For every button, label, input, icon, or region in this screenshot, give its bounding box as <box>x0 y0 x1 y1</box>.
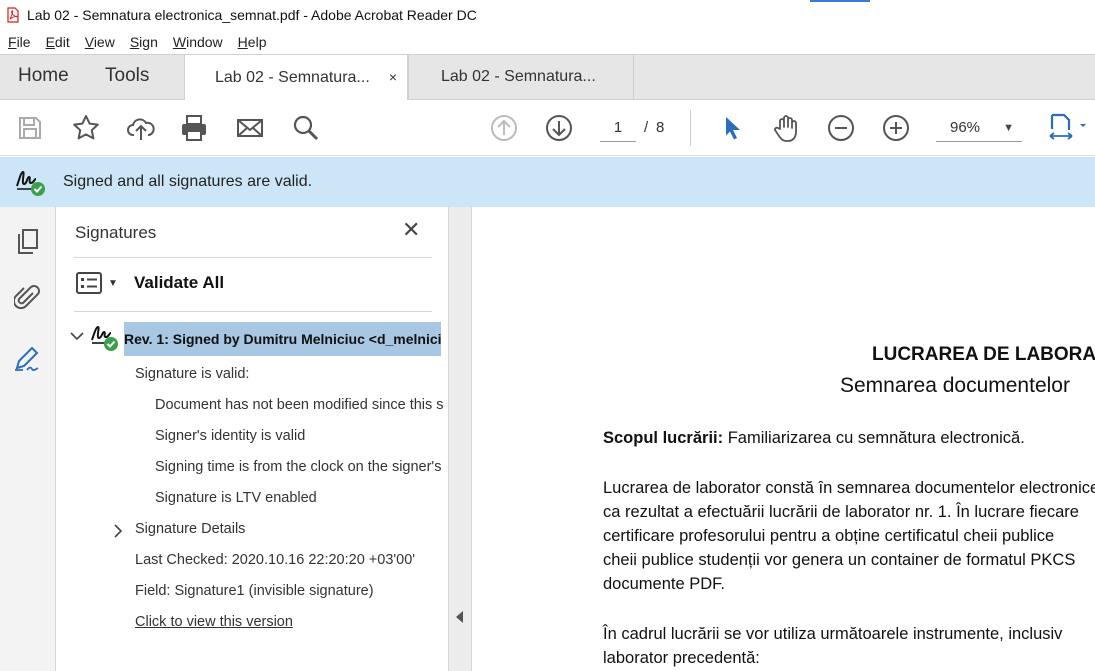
previous-page-icon[interactable] <box>488 112 520 144</box>
panel-divider <box>74 257 432 258</box>
view-version-link[interactable]: Click to view this version <box>135 614 435 630</box>
paragraph-line: laborator precedentă: <box>603 649 760 667</box>
zoom-level-value: 96% <box>950 119 981 136</box>
collapse-panel-arrow-icon[interactable] <box>456 611 463 623</box>
not-modified-status: Document has not been modified since thi… <box>155 397 443 413</box>
tab-document-other[interactable]: Lab 02 - Semnatura... <box>408 54 634 100</box>
paragraph-line: În cadrul lucrării se vor utiliza următo… <box>603 625 1063 643</box>
ltv-status: Signature is LTV enabled <box>155 490 317 506</box>
menu-window[interactable]: Window <box>173 34 223 50</box>
page-number-input[interactable]: 1 <box>600 116 636 142</box>
panel-splitter[interactable] <box>448 207 472 671</box>
select-cursor-icon[interactable] <box>716 112 748 144</box>
left-navigation-rail <box>0 207 56 671</box>
signatures-panel-title: Signatures <box>75 223 157 242</box>
tab-home[interactable]: Home <box>18 65 69 87</box>
page-total: 8 <box>656 119 665 136</box>
signing-time-status: Signing time is from the clock on the si… <box>155 459 443 475</box>
paragraph-line: Lucrarea de laborator constă în semnarea… <box>603 479 1095 497</box>
menu-bar: File Edit View Sign Window Help <box>0 30 1095 54</box>
document-view[interactable]: LUCRAREA DE LABORATOR Semnarea documente… <box>472 207 1095 671</box>
title-bar: Lab 02 - Semnatura electronica_semnat.pd… <box>0 0 1095 30</box>
document-paragraph: Lucrarea de laborator constă în semnarea… <box>603 476 1095 596</box>
page-thumbnails-icon[interactable] <box>12 227 42 257</box>
save-icon[interactable] <box>14 112 46 144</box>
zoom-in-icon[interactable] <box>880 112 912 144</box>
menu-file[interactable]: File <box>8 34 31 50</box>
signature-field-label: Field: Signature1 (invisible signature) <box>135 583 374 599</box>
signature-revision-item[interactable]: Rev. 1: Signed by Dumitru Melniciuc <d_m… <box>124 322 441 356</box>
toolbar-divider <box>690 110 691 146</box>
tab-document-active[interactable]: Lab 02 - Semnatura... × <box>184 54 408 101</box>
paragraph-line: cheii publice studenții vor genera un co… <box>603 551 1076 569</box>
signature-pen-icon[interactable] <box>12 343 42 373</box>
zoom-level-dropdown[interactable]: 96% ▼ <box>936 116 1022 142</box>
collapse-chevron-icon[interactable] <box>70 331 84 341</box>
menu-view[interactable]: View <box>85 34 115 50</box>
page-fit-icon[interactable] <box>1044 112 1092 144</box>
chevron-down-icon[interactable]: ▼ <box>108 278 118 289</box>
search-icon[interactable] <box>290 112 322 144</box>
chevron-down-icon: ▼ <box>1003 122 1014 134</box>
bookmark-star-icon[interactable] <box>70 112 102 144</box>
expand-chevron-icon[interactable] <box>113 524 123 538</box>
tab-tools[interactable]: Tools <box>105 65 149 87</box>
document-paragraph: În cadrul lucrării se vor utiliza următo… <box>603 622 1062 670</box>
tab-document-active-label: Lab 02 - Semnatura... <box>215 69 370 86</box>
email-icon[interactable] <box>234 112 266 144</box>
page-separator: / <box>644 119 649 136</box>
signature-valid-label: Signature is valid: <box>135 366 250 382</box>
signature-valid-icon <box>91 325 118 351</box>
window-title: Lab 02 - Semnatura electronica_semnat.pd… <box>27 7 477 23</box>
paragraph-line: certificare profesorului pentru a obține… <box>603 527 1055 545</box>
scope-label: Scopul lucrării: <box>603 429 724 447</box>
cloud-upload-icon[interactable] <box>125 112 157 144</box>
signature-options-menu-icon[interactable] <box>76 272 102 294</box>
panel-divider <box>74 311 432 312</box>
scope-text: Familiarizarea cu semnătura electronică. <box>723 429 1025 447</box>
menu-help[interactable]: Help <box>238 34 267 50</box>
paragraph-line: documente PDF. <box>603 575 725 593</box>
title-accent-line <box>810 0 870 2</box>
attachments-paperclip-icon[interactable] <box>12 283 42 313</box>
print-icon[interactable] <box>178 112 210 144</box>
signatures-panel: Signatures ✕ ▼ Validate All Rev. 1: Sign… <box>56 207 448 671</box>
signature-status-banner: Signed and all signatures are valid. <box>0 157 1095 207</box>
document-title: LUCRAREA DE LABORATOR <box>872 344 1095 365</box>
validate-all-button[interactable]: Validate All <box>134 273 224 293</box>
signature-valid-icon[interactable] <box>14 164 48 198</box>
toolbar: 1 / 8 96% ▼ <box>0 100 1095 156</box>
tab-close-icon[interactable]: × <box>389 69 397 85</box>
menu-edit[interactable]: Edit <box>46 34 70 50</box>
tab-document-other-label: Lab 02 - Semnatura... <box>441 68 596 85</box>
acrobat-pdf-icon <box>7 7 19 23</box>
document-subtitle: Semnarea documentelor <box>840 374 1070 397</box>
document-scope-paragraph: Scopul lucrării: Familiarizarea cu semnă… <box>603 426 1025 450</box>
signature-details-item[interactable]: Signature Details <box>135 521 435 537</box>
identity-valid-status: Signer's identity is valid <box>155 428 306 444</box>
hand-tool-icon[interactable] <box>770 112 802 144</box>
tab-bar: Home Tools Lab 02 - Semnatura... × Lab 0… <box>0 54 1095 101</box>
close-icon[interactable]: ✕ <box>402 217 420 243</box>
zoom-out-icon[interactable] <box>825 112 857 144</box>
last-checked-label: Last Checked: 2020.10.16 22:20:20 +03'00… <box>135 552 416 568</box>
next-page-icon[interactable] <box>543 112 575 144</box>
menu-sign[interactable]: Sign <box>130 34 158 50</box>
signature-status-message: Signed and all signatures are valid. <box>63 173 313 190</box>
paragraph-line: ca rezultat a efectuării lucrării de lab… <box>603 503 1079 521</box>
